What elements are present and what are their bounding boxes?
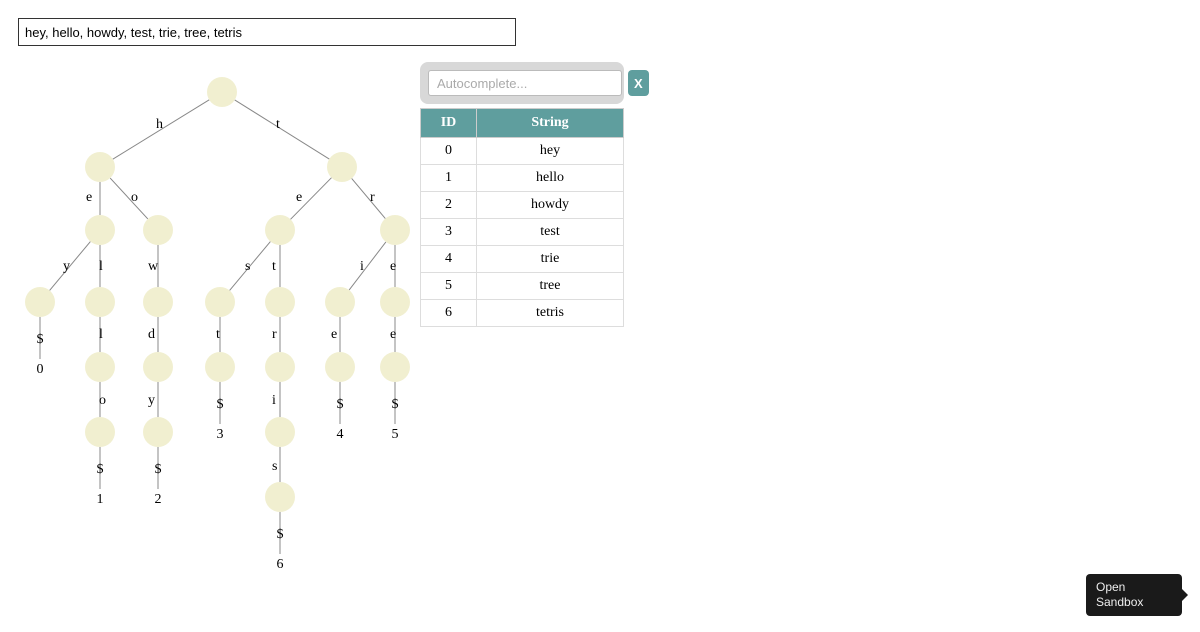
svg-text:w: w bbox=[148, 259, 159, 274]
svg-text:0: 0 bbox=[37, 362, 44, 377]
svg-text:l: l bbox=[99, 259, 103, 274]
svg-text:$: $ bbox=[337, 397, 344, 412]
autocomplete-panel: X bbox=[420, 62, 624, 104]
words-input[interactable] bbox=[18, 18, 516, 46]
cell-string: trie bbox=[477, 246, 624, 273]
svg-text:3: 3 bbox=[217, 427, 224, 442]
svg-text:e: e bbox=[390, 327, 396, 342]
svg-text:t: t bbox=[276, 117, 280, 132]
svg-text:$: $ bbox=[277, 527, 284, 542]
svg-text:y: y bbox=[148, 393, 155, 408]
svg-text:t: t bbox=[272, 259, 276, 274]
autocomplete-input[interactable] bbox=[428, 70, 622, 96]
svg-text:l: l bbox=[99, 327, 103, 342]
svg-text:e: e bbox=[86, 190, 92, 205]
svg-text:$: $ bbox=[155, 462, 162, 477]
table-row: 2howdy bbox=[421, 192, 624, 219]
svg-text:5: 5 bbox=[392, 427, 399, 442]
svg-text:s: s bbox=[272, 459, 277, 474]
cell-string: howdy bbox=[477, 192, 624, 219]
svg-text:$: $ bbox=[97, 462, 104, 477]
cell-string: hey bbox=[477, 138, 624, 165]
svg-text:i: i bbox=[360, 259, 364, 274]
svg-text:6: 6 bbox=[277, 557, 284, 572]
trie-diagram: h e o y l w l d o y t e r s t i e t r e e i s $0 $1 $2 $3 $4 $5 $6 bbox=[0, 52, 430, 632]
cell-string: test bbox=[477, 219, 624, 246]
svg-text:o: o bbox=[99, 393, 106, 408]
svg-text:e: e bbox=[390, 259, 396, 274]
svg-text:r: r bbox=[272, 327, 277, 342]
svg-text:t: t bbox=[216, 327, 220, 342]
table-header-string: String bbox=[477, 109, 624, 138]
open-sandbox-button[interactable]: Open Sandbox bbox=[1086, 574, 1182, 616]
svg-text:$: $ bbox=[392, 397, 399, 412]
svg-text:r: r bbox=[370, 190, 375, 205]
table-row: 0hey bbox=[421, 138, 624, 165]
svg-text:$: $ bbox=[217, 397, 224, 412]
cell-string: tree bbox=[477, 273, 624, 300]
svg-text:2: 2 bbox=[155, 492, 162, 507]
table-row: 3test bbox=[421, 219, 624, 246]
strings-table: ID String 0hey1hello2howdy3test4trie5tre… bbox=[420, 108, 624, 327]
svg-text:4: 4 bbox=[337, 427, 344, 442]
svg-text:e: e bbox=[331, 327, 337, 342]
table-row: 1hello bbox=[421, 165, 624, 192]
svg-text:y: y bbox=[63, 259, 70, 274]
table-row: 6tetris bbox=[421, 300, 624, 327]
svg-text:i: i bbox=[272, 393, 276, 408]
cell-string: tetris bbox=[477, 300, 624, 327]
svg-text:e: e bbox=[296, 190, 302, 205]
clear-button[interactable]: X bbox=[628, 70, 649, 96]
svg-text:s: s bbox=[245, 259, 250, 274]
svg-text:1: 1 bbox=[97, 492, 104, 507]
svg-text:d: d bbox=[148, 327, 155, 342]
table-row: 4trie bbox=[421, 246, 624, 273]
table-row: 5tree bbox=[421, 273, 624, 300]
svg-text:o: o bbox=[131, 190, 138, 205]
cell-string: hello bbox=[477, 165, 624, 192]
svg-text:h: h bbox=[156, 117, 163, 132]
svg-text:$: $ bbox=[37, 332, 44, 347]
